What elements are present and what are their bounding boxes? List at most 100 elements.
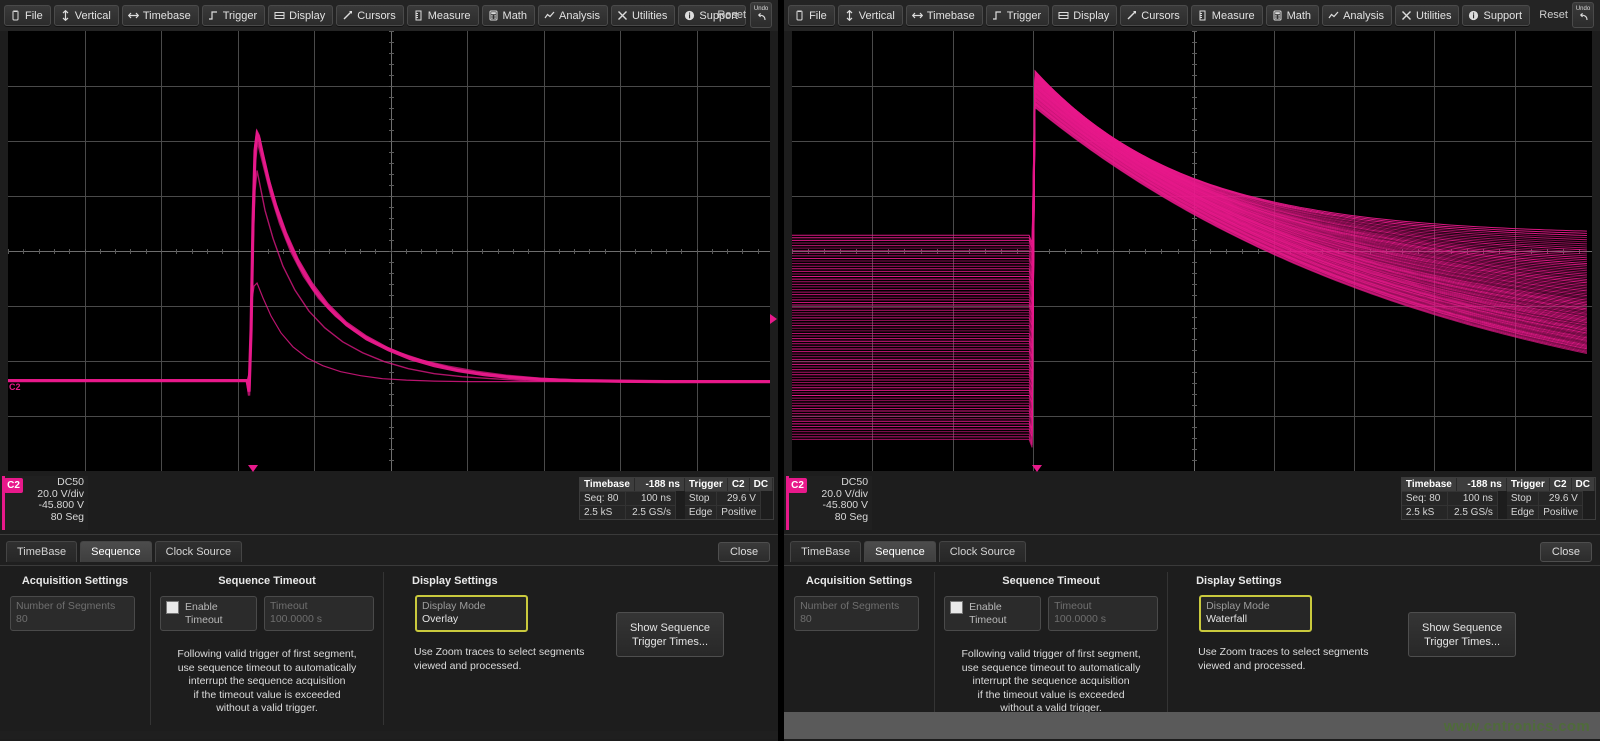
toolbar-button-measure[interactable]: Measure [1191,5,1263,26]
toolbar-button-support[interactable]: Support [1462,5,1530,26]
note-line-2: viewed and processed. [414,660,614,674]
timeout-value-field[interactable]: Timeout 100.0000 s [264,596,374,631]
waveform-grid-waterfall[interactable] [792,31,1592,471]
number-of-segments-field[interactable]: Number of Segments 80 [794,596,919,631]
timebase-trigger-readout[interactable]: Timebase -188 ns Seq: 80 100 ns 2.5 kS 2… [1401,477,1596,520]
toolbar-label: Math [503,10,527,22]
sequence-count: Seq: 80 [1402,491,1448,505]
toolbar-label: Cursors [1141,10,1180,22]
timebase-trigger-readout[interactable]: Timebase -188 ns Seq: 80 100 ns 2.5 kS 2… [579,477,774,520]
close-button[interactable]: Close [1540,542,1592,562]
toolbar-label: Utilities [1416,10,1451,22]
trigger-readout[interactable]: Trigger C2 DC Stop 29.6 V Edge Positive [1507,478,1595,519]
undo-button[interactable]: Undo [750,2,772,28]
waveform-trace-waterfall [792,31,1592,469]
close-button[interactable]: Close [718,542,770,562]
toolbar-button-trigger[interactable]: Trigger [202,5,265,26]
enable-timeout-label-line1: Enable [185,601,223,614]
reset-area: Reset Undo [717,2,772,28]
status-bar-waterfall: C2 DC50 20.0 V/div -45.800 V 80 Seg Time… [784,474,1600,534]
toolbar-button-utilities[interactable]: Utilities [1395,5,1459,26]
tab-clock-source[interactable]: Clock Source [155,541,242,562]
enable-timeout-checkbox[interactable] [950,601,963,614]
tab-timebase[interactable]: TimeBase [790,541,861,562]
toolbar-label: Trigger [1007,10,1041,22]
channel-badge[interactable]: C2 [4,478,23,493]
display-mode-field[interactable]: Display Mode Overlay [415,595,528,632]
math-icon [1272,10,1283,21]
oscilloscope-screen: File Vertical Timebase Trigger Display C… [0,0,1600,741]
display-settings-title: Display Settings [384,566,778,587]
toolbar-button-file[interactable]: File [4,5,51,26]
tab-sequence[interactable]: Sequence [864,541,936,562]
enable-timeout-checkbox-field[interactable]: Enable Timeout [944,596,1041,631]
timeout-label: Timeout [270,600,368,613]
toolbar-button-utilities[interactable]: Utilities [611,5,675,26]
toolbar-button-display[interactable]: Display [1052,5,1117,26]
note-line-2: viewed and processed. [1198,660,1408,674]
toolbar-button-file[interactable]: File [788,5,835,26]
utilities-tools-icon [617,10,628,21]
number-of-segments-label: Number of Segments [800,600,913,613]
toolbar-button-display[interactable]: Display [268,5,333,26]
trigger-header: Trigger [685,478,728,491]
enable-timeout-checkbox[interactable] [166,601,179,614]
display-settings-title: Display Settings [1168,566,1600,587]
toolbar-button-cursors[interactable]: Cursors [1120,5,1188,26]
number-of-segments-label: Number of Segments [16,600,129,613]
help-line-1: Following valid trigger of first segment… [155,648,379,662]
display-mode-field[interactable]: Display Mode Waterfall [1199,595,1312,632]
channel-badge[interactable]: C2 [788,478,807,493]
waveform-grid-overlay[interactable]: C2 [8,31,770,471]
toolbar-button-math[interactable]: Math [1266,5,1319,26]
section-display-settings: Display Settings Display Mode Waterfall … [1168,566,1600,732]
toolbar-label: Analysis [559,10,600,22]
timeout-value-field[interactable]: Timeout 100.0000 s [1048,596,1158,631]
timeout-value: 100.0000 s [1054,613,1152,626]
channel-segments: 80 Seg [808,512,868,524]
measure-icon [413,10,424,21]
vertical-arrows-icon [844,10,855,21]
trigger-position-marker[interactable] [1032,465,1042,472]
sequence-dialog-overlay: TimeBase Sequence Clock Source Close Acq… [0,534,778,739]
trigger-coupling: DC [1572,478,1595,491]
action-line-1: Show Sequence [1422,621,1502,635]
display-screen-icon [1058,10,1069,21]
toolbar-button-trigger[interactable]: Trigger [986,5,1049,26]
undo-button[interactable]: Undo [1572,2,1594,28]
analysis-chart-icon [544,10,555,21]
show-sequence-trigger-times-button[interactable]: Show Sequence Trigger Times... [616,612,724,657]
trigger-position-marker[interactable] [248,465,258,472]
trigger-coupling: DC [750,478,773,491]
tab-clock-source[interactable]: Clock Source [939,541,1026,562]
enable-timeout-checkbox-field[interactable]: Enable Timeout [160,596,257,631]
trigger-readout[interactable]: Trigger C2 DC Stop 29.6 V Edge Positive [685,478,773,519]
display-mode-label: Display Mode [1206,600,1305,613]
toolbar-button-timebase[interactable]: Timebase [906,5,983,26]
sample-rate: 2.5 GS/s [1448,505,1498,519]
toolbar-button-timebase[interactable]: Timebase [122,5,199,26]
toolbar-button-analysis[interactable]: Analysis [1322,5,1392,26]
toolbar-button-vertical[interactable]: Vertical [54,5,119,26]
tab-timebase[interactable]: TimeBase [6,541,77,562]
toolbar-button-analysis[interactable]: Analysis [538,5,608,26]
channel-offset-marker[interactable]: C2 [9,382,21,392]
display-mode-note: Use Zoom traces to select segments viewe… [414,646,614,673]
toolbar-button-vertical[interactable]: Vertical [838,5,903,26]
toolbar-button-math[interactable]: Math [482,5,535,26]
toolbar-label: Support [1483,10,1522,22]
toolbar-button-measure[interactable]: Measure [407,5,479,26]
section-acquisition-settings: Acquisition Settings Number of Segments … [0,566,150,732]
help-line-4: if the timeout value is exceeded [155,689,379,703]
timebase-header: Timebase [1402,478,1457,491]
section-display-settings: Display Settings Display Mode Overlay Us… [384,566,778,732]
number-of-segments-field[interactable]: Number of Segments 80 [10,596,135,631]
timebase-readout[interactable]: Timebase -188 ns Seq: 80 100 ns 2.5 kS 2… [580,478,685,519]
show-sequence-trigger-times-button[interactable]: Show Sequence Trigger Times... [1408,612,1516,657]
timebase-readout[interactable]: Timebase -188 ns Seq: 80 100 ns 2.5 kS 2… [1402,478,1507,519]
tab-sequence[interactable]: Sequence [80,541,152,562]
toolbar-button-cursors[interactable]: Cursors [336,5,404,26]
toolbar-label: Measure [1212,10,1255,22]
support-info-icon [684,10,695,21]
trigger-level-marker[interactable] [770,314,777,324]
